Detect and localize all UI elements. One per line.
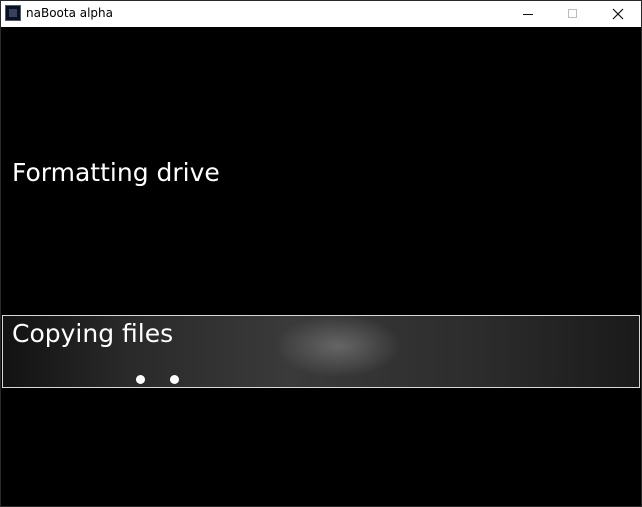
step-formatting-drive: Formatting drive xyxy=(12,158,220,187)
maximize-icon xyxy=(568,9,577,18)
window-title: naBoota alpha xyxy=(26,6,114,20)
active-step-panel: Copying files xyxy=(2,315,640,388)
maximize-button[interactable] xyxy=(550,1,596,27)
close-button[interactable] xyxy=(595,1,641,27)
close-icon xyxy=(612,8,624,20)
minimize-icon xyxy=(523,14,533,15)
minimize-button[interactable] xyxy=(505,1,551,27)
progress-dot xyxy=(136,375,145,384)
app-window: naBoota alpha Formatting drive Copying f… xyxy=(0,0,642,507)
app-icon xyxy=(5,5,21,21)
install-progress-view: Formatting drive Copying files xyxy=(1,27,641,506)
title-bar[interactable]: naBoota alpha xyxy=(1,1,641,27)
step-copying-files: Copying files xyxy=(12,319,174,348)
progress-dot xyxy=(170,375,179,384)
